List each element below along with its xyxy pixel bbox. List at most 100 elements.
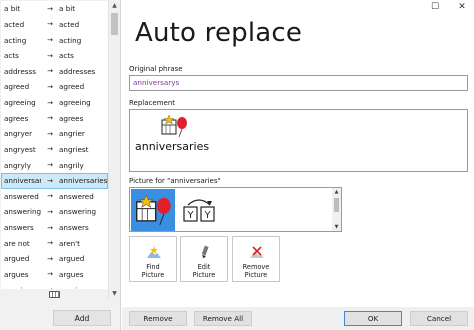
ok-button[interactable]: OK: [344, 311, 402, 326]
list-item[interactable]: acted → acted: [1, 17, 108, 33]
list-item-to: addresses: [59, 66, 96, 76]
cancel-button[interactable]: Cancel: [410, 311, 468, 326]
arrow-right-icon: →: [47, 192, 53, 201]
keyboard-button[interactable]: [1, 289, 108, 299]
add-button[interactable]: Add: [53, 310, 111, 326]
replacement-text: anniversaries: [135, 140, 210, 153]
list-item[interactable]: a bit → a bit: [1, 1, 108, 17]
list-item[interactable]: angryly → angrily: [1, 157, 108, 173]
list-item-from: agreeing: [4, 98, 36, 108]
list-item[interactable]: addresss → addresses: [1, 64, 108, 80]
list-item-to: answered: [59, 191, 94, 201]
list-item-from: argues: [4, 269, 29, 279]
remove-all-button[interactable]: Remove All: [194, 311, 252, 326]
phrase-list-panel: a bit → a bit acted → acted acting → acting acts →…: [0, 0, 121, 330]
arrow-right-icon: →: [47, 161, 53, 170]
list-item-from: argued: [4, 254, 30, 264]
remove-picture-button[interactable]: Remove Picture: [232, 236, 280, 282]
list-item-to: answers: [59, 223, 89, 233]
anniversary-picture-icon: [136, 194, 171, 226]
list-item[interactable]: anniversarys → anniversaries: [1, 172, 108, 189]
list-item-from: answered: [4, 191, 39, 201]
arrow-right-icon: →: [47, 36, 53, 45]
list-item[interactable]: agreed → agreed: [1, 79, 108, 95]
list-item-to: acting: [59, 35, 82, 45]
picture-list[interactable]: Y Y ▲ ▼: [129, 187, 342, 232]
pencil-icon: [197, 245, 213, 259]
list-item[interactable]: answering → answering: [1, 204, 108, 220]
close-icon[interactable]: ✕: [455, 2, 469, 12]
list-item-from: angryly: [4, 160, 31, 170]
arrow-right-icon: →: [47, 20, 53, 29]
list-item[interactable]: angryest → angriest: [1, 142, 108, 158]
list-item[interactable]: arguing→arguing: [1, 282, 108, 289]
list-item-to: acts: [59, 51, 74, 61]
list-item-to: argued: [59, 254, 85, 264]
picture-option-anniversary[interactable]: [131, 189, 175, 231]
remove-picture-icon: [249, 245, 265, 259]
list-item-from: agrees: [4, 113, 29, 123]
picture-scroll-down-icon[interactable]: ▼: [332, 223, 341, 231]
arrow-right-icon: →: [47, 67, 53, 76]
year-cycle-picture-icon: Y Y: [183, 199, 215, 222]
scroll-thumb[interactable]: [111, 13, 118, 35]
maximize-icon[interactable]: ☐: [428, 2, 442, 12]
list-item-to: agreed: [59, 82, 85, 92]
arrow-right-icon: →: [47, 176, 53, 185]
page-title: Auto replace: [135, 18, 303, 48]
replacement-field[interactable]: anniversaries: [129, 109, 468, 172]
remove-line1: Remove: [242, 263, 270, 271]
list-item[interactable]: angryer → angrier: [1, 126, 108, 142]
remove-button[interactable]: Remove: [129, 311, 187, 326]
original-phrase-label: Original phrase: [129, 65, 183, 73]
list-item-to: aren't: [59, 238, 80, 248]
anniversary-symbol-icon: [161, 114, 187, 138]
list-item[interactable]: argues → argues: [1, 267, 108, 283]
picture-scroll-thumb[interactable]: [334, 198, 339, 212]
list-item-from: acts: [4, 51, 19, 61]
find-line2: Picture: [141, 271, 165, 279]
list-item-from: agreed: [4, 82, 30, 92]
list-item-from: answering: [4, 207, 41, 217]
list-item[interactable]: answered → answered: [1, 189, 108, 205]
keyboard-icon: [49, 290, 60, 298]
arrow-right-icon: →: [47, 145, 53, 154]
scroll-down-icon[interactable]: ▼: [110, 289, 119, 299]
list-item[interactable]: are not → aren't: [1, 235, 108, 251]
svg-text:Y: Y: [186, 210, 194, 221]
picture-scrollbar[interactable]: ▲ ▼: [332, 188, 341, 231]
list-item-from: a bit: [4, 4, 21, 14]
list-item[interactable]: agreeing → agreeing: [1, 95, 108, 111]
edit-picture-button[interactable]: Edit Picture: [180, 236, 228, 282]
arrow-right-icon: →: [47, 51, 53, 60]
list-item[interactable]: acting → acting: [1, 32, 108, 48]
original-phrase-field[interactable]: anniversarys: [129, 75, 468, 91]
arrow-right-icon: →: [47, 129, 53, 138]
list-scrollbar[interactable]: ▲ ▼: [108, 1, 119, 299]
list-item[interactable]: agrees → agrees: [1, 110, 108, 126]
arrow-right-icon: →: [47, 114, 53, 123]
picture-option-year-cycle[interactable]: Y Y: [177, 189, 221, 231]
arrow-right-icon: →: [47, 4, 53, 13]
picture-scroll-up-icon[interactable]: ▲: [332, 188, 341, 196]
list-item-to: anniversaries: [59, 176, 108, 186]
list-item[interactable]: answers → answers: [1, 220, 108, 236]
scroll-up-icon[interactable]: ▲: [110, 1, 119, 11]
arrow-right-icon: →: [47, 239, 53, 248]
edit-line2: Picture: [192, 271, 216, 279]
arrow-right-icon: →: [47, 207, 53, 216]
arrow-right-icon: →: [47, 98, 53, 107]
list-item-from: angryest: [4, 144, 36, 154]
list-item[interactable]: acts → acts: [1, 48, 108, 64]
find-picture-button[interactable]: Find Picture: [129, 236, 177, 282]
arrow-right-icon: →: [47, 223, 53, 232]
list-item[interactable]: argued → argued: [1, 251, 108, 267]
remove-line2: Picture: [244, 271, 268, 279]
svg-text:Y: Y: [203, 210, 211, 221]
find-picture-icon: [146, 245, 162, 259]
phrase-list[interactable]: a bit → a bit acted → acted acting → acting acts →…: [1, 1, 108, 289]
list-item-to: agreeing: [59, 98, 91, 108]
list-item-to: angrily: [59, 160, 84, 170]
edit-line1: Edit: [197, 263, 211, 271]
list-item-from: addresss: [4, 66, 36, 76]
